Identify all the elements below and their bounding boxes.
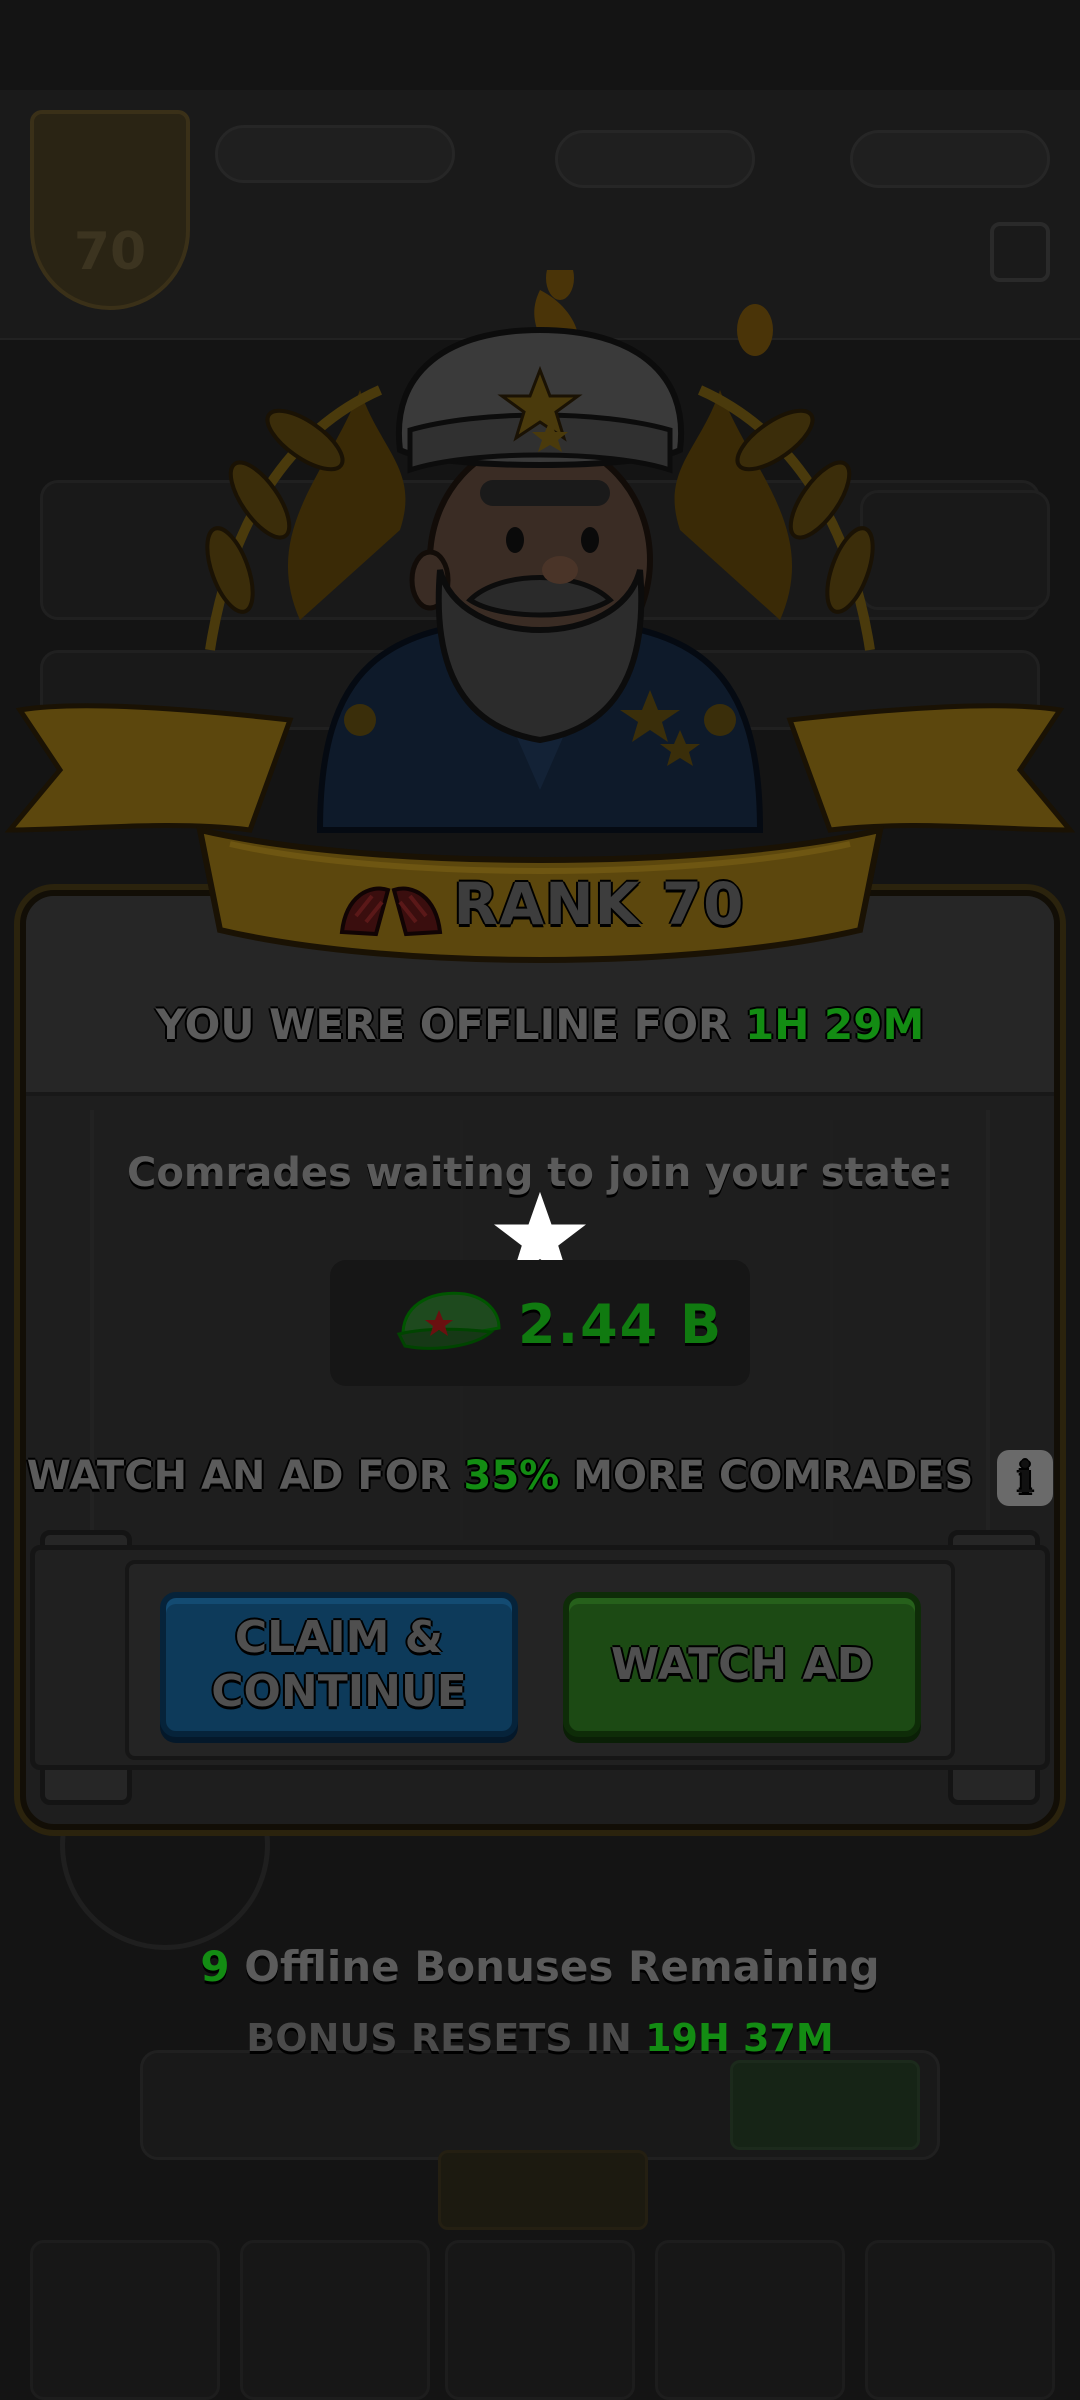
bonuses-label: Offline Bonuses Remaining: [244, 1942, 880, 1991]
bottom-tab-badge: [438, 2150, 648, 2230]
offline-minutes: 29M: [824, 1000, 925, 1049]
watch-ad-button[interactable]: WATCH AD: [563, 1592, 921, 1737]
ad-offer-text: WATCH AN AD FOR 35% MORE COMRADES i: [0, 1450, 1080, 1506]
bonuses-count: 9: [200, 1942, 230, 1991]
offline-prefix: YOU WERE OFFLINE FOR: [155, 1000, 731, 1049]
claim-continue-button[interactable]: CLAIM & CONTINUE: [160, 1592, 518, 1737]
ad-offer-suffix: MORE COMRADES: [573, 1453, 974, 1499]
ad-offer-prefix: WATCH AN AD FOR: [26, 1453, 450, 1499]
reset-prefix: BONUS RESETS IN: [246, 2016, 632, 2060]
claim-continue-label: CLAIM & CONTINUE: [211, 1611, 467, 1717]
offline-duration-text: YOU WERE OFFLINE FOR 1H 29M: [0, 1000, 1080, 1049]
claim-all-button-bg: [730, 2060, 920, 2150]
currency-pill: [215, 125, 455, 183]
offline-bonuses-remaining: 9 Offline Bonuses Remaining: [0, 1942, 1080, 1991]
watch-ad-label: WATCH AD: [610, 1638, 874, 1690]
gems-pill: [850, 130, 1050, 188]
rank-label: RANK 70: [453, 870, 745, 938]
rank-title: RANK 70: [0, 870, 1080, 940]
bottom-tab-5: [865, 2240, 1055, 2400]
reset-hours: 19H: [645, 2016, 730, 2060]
ad-offer-percent: 35%: [463, 1453, 560, 1499]
bottom-tab-1: [30, 2240, 220, 2400]
bottom-tab-4: [655, 2240, 845, 2400]
science-pill: [555, 130, 755, 188]
offline-hours: 1H: [745, 1000, 810, 1049]
bottom-tab-2: [240, 2240, 430, 2400]
comrades-amount: 2.44 B: [518, 1293, 724, 1356]
reset-minutes: 37M: [742, 2016, 834, 2060]
army-cap-icon: [396, 1291, 501, 1350]
bottom-tab-3: [445, 2240, 635, 2400]
bonus-reset-timer: BONUS RESETS IN 19H 37M: [0, 2016, 1080, 2060]
info-icon[interactable]: i: [997, 1450, 1054, 1506]
rank-insignia-icon: [339, 886, 442, 936]
